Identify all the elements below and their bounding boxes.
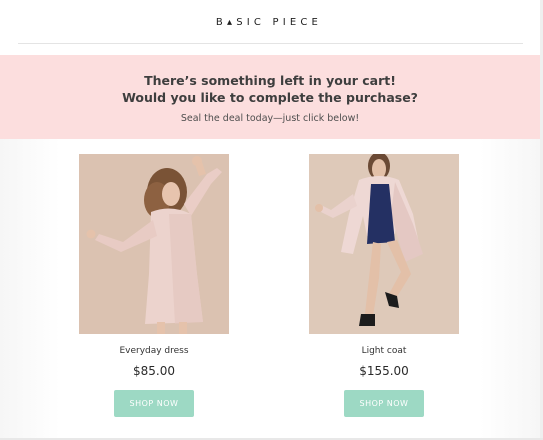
product-name[interactable]: Everyday dress <box>79 346 229 356</box>
product-card: Everyday dress $85.00 SHOP NOW <box>79 154 229 417</box>
email-page: B▴SIC PIECE There’s something left in yo… <box>0 0 543 440</box>
shop-now-button[interactable]: SHOP NOW <box>344 390 424 417</box>
banner-headline: There’s something left in your cart! Wou… <box>0 72 540 106</box>
product-card: Light coat $155.00 SHOP NOW <box>309 154 459 417</box>
cart-reminder-banner: There’s something left in your cart! Wou… <box>0 55 540 139</box>
product-price: $85.00 <box>133 364 175 378</box>
banner-subtitle: Seal the deal today—just click below! <box>180 113 360 124</box>
product-photo-coat[interactable] <box>309 154 459 334</box>
product-photo-dress[interactable] <box>79 154 229 334</box>
email-header: B▴SIC PIECE <box>0 0 543 44</box>
shop-now-button[interactable]: SHOP NOW <box>114 390 194 417</box>
banner-headline-line-2: Would you like to complete the purchase? <box>122 90 418 105</box>
header-divider <box>18 43 523 44</box>
brand-logo[interactable]: B▴SIC PIECE <box>0 17 538 28</box>
product-grid: Everyday dress $85.00 SHOP NOW Light coa… <box>0 139 540 440</box>
banner-headline-line-1: There’s something left in your cart! <box>144 73 396 88</box>
product-price: $155.00 <box>359 364 409 378</box>
product-name[interactable]: Light coat <box>309 346 459 356</box>
